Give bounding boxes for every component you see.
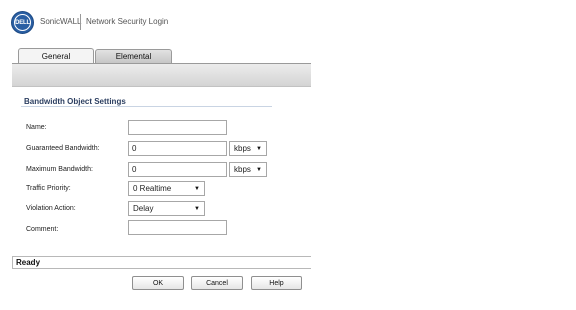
- tab-content-bar: [12, 63, 311, 87]
- cancel-button[interactable]: Cancel: [191, 276, 243, 290]
- section-title: Bandwidth Object Settings: [24, 97, 126, 106]
- name-input[interactable]: [128, 120, 227, 135]
- name-label: Name:: [26, 124, 47, 131]
- chevron-down-icon: ▼: [256, 166, 262, 173]
- chevron-down-icon: ▼: [194, 185, 200, 192]
- status-bar: [12, 257, 311, 268]
- status-divider-bottom: [12, 268, 311, 269]
- guaranteed-bandwidth-label: Guaranteed Bandwidth:: [26, 145, 100, 152]
- traffic-priority-select[interactable]: 0 Realtime ▼: [128, 181, 205, 196]
- tab-elemental[interactable]: Elemental: [95, 49, 172, 63]
- dell-logo-text: DELL: [14, 14, 31, 31]
- maximum-unit-value: kbps: [234, 165, 251, 174]
- dell-logo: DELL: [11, 11, 34, 34]
- help-button[interactable]: Help: [251, 276, 302, 290]
- ok-button[interactable]: OK: [132, 276, 184, 290]
- guaranteed-bandwidth-input[interactable]: 0: [128, 141, 227, 156]
- guaranteed-unit-select[interactable]: kbps ▼: [229, 141, 267, 156]
- product-name: SonicWALL: [40, 17, 82, 26]
- comment-input[interactable]: [128, 220, 227, 235]
- traffic-priority-value: 0 Realtime: [133, 184, 172, 193]
- traffic-priority-label: Traffic Priority:: [26, 185, 71, 192]
- header-divider: [80, 14, 81, 30]
- violation-action-value: Delay: [133, 204, 154, 213]
- comment-label: Comment:: [26, 226, 59, 233]
- maximum-unit-select[interactable]: kbps ▼: [229, 162, 267, 177]
- violation-action-select[interactable]: Delay ▼: [128, 201, 205, 216]
- maximum-bandwidth-label: Maximum Bandwidth:: [26, 166, 93, 173]
- status-text: Ready: [16, 258, 41, 267]
- guaranteed-unit-value: kbps: [234, 144, 251, 153]
- chevron-down-icon: ▼: [256, 145, 262, 152]
- chevron-down-icon: ▼: [194, 205, 200, 212]
- page-subtitle: Network Security Login: [86, 17, 169, 26]
- violation-action-label: Violation Action:: [26, 205, 76, 212]
- tab-general[interactable]: General: [18, 48, 94, 63]
- section-divider: [21, 106, 272, 107]
- maximum-bandwidth-input[interactable]: 0: [128, 162, 227, 177]
